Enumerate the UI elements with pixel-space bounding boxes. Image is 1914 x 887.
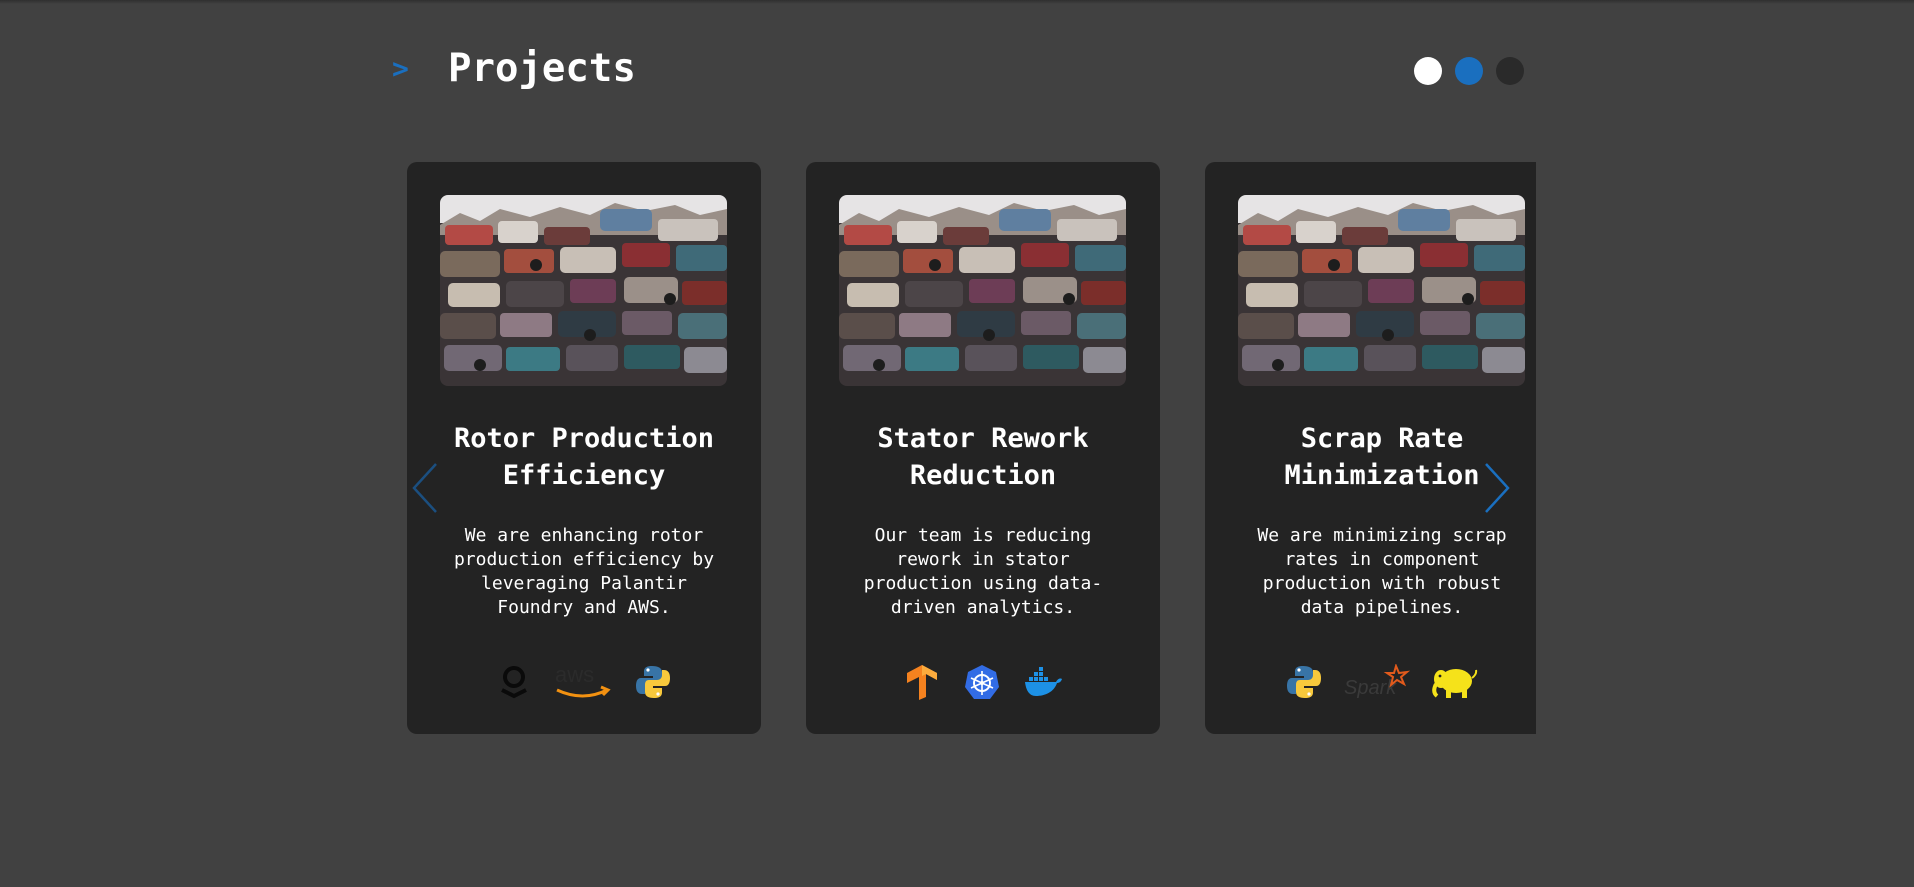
hadoop-icon — [1432, 664, 1478, 700]
project-description: We are enhancing rotor production effici… — [453, 525, 715, 618]
page-title: Projects — [448, 46, 636, 91]
kubernetes-icon — [963, 663, 1001, 701]
docker-icon — [1023, 666, 1063, 698]
tech-stack: aws — [407, 660, 761, 704]
pagination-dot-3[interactable] — [1496, 57, 1524, 85]
palantir-icon — [497, 664, 531, 700]
scrap-car-pile-image — [1238, 195, 1525, 386]
prompt-chevron-icon: > — [392, 52, 409, 85]
top-shadow — [0, 0, 1914, 4]
chevron-right-icon[interactable] — [1480, 462, 1512, 514]
project-card[interactable]: Rotor Production Efficiency We are enhan… — [407, 162, 761, 734]
pagination-dot-1[interactable] — [1414, 57, 1442, 85]
tensorflow-icon — [903, 663, 941, 701]
spark-icon: Spark — [1344, 664, 1410, 700]
carousel-pagination — [1414, 57, 1524, 85]
scrap-car-pile-image — [839, 195, 1126, 386]
project-card[interactable]: Stator Rework Reduction Our team is redu… — [806, 162, 1160, 734]
python-icon — [635, 664, 671, 700]
section-header: > Projects — [392, 42, 1524, 102]
project-description: We are minimizing scrap rates in compone… — [1257, 525, 1507, 618]
scrap-car-pile-image — [440, 195, 727, 386]
python-icon — [1286, 664, 1322, 700]
projects-carousel: Rotor Production Efficiency We are enhan… — [407, 162, 1536, 734]
tech-stack: Spark — [1205, 660, 1536, 704]
project-title: Stator Rework Reduction — [877, 423, 1089, 491]
svg-text:aws: aws — [555, 662, 594, 687]
tech-stack — [806, 660, 1160, 704]
chevron-left-icon[interactable] — [410, 462, 442, 514]
project-title: Rotor Production Efficiency — [453, 423, 715, 491]
aws-icon: aws — [553, 662, 613, 702]
project-card[interactable]: Scrap Rate Minimization We are minimizin… — [1205, 162, 1536, 734]
svg-text:Spark: Spark — [1344, 677, 1397, 699]
pagination-dot-2[interactable] — [1455, 57, 1483, 85]
project-description: Our team is reducing rework in stator pr… — [863, 525, 1103, 618]
carousel-track: Rotor Production Efficiency We are enhan… — [407, 162, 1536, 734]
